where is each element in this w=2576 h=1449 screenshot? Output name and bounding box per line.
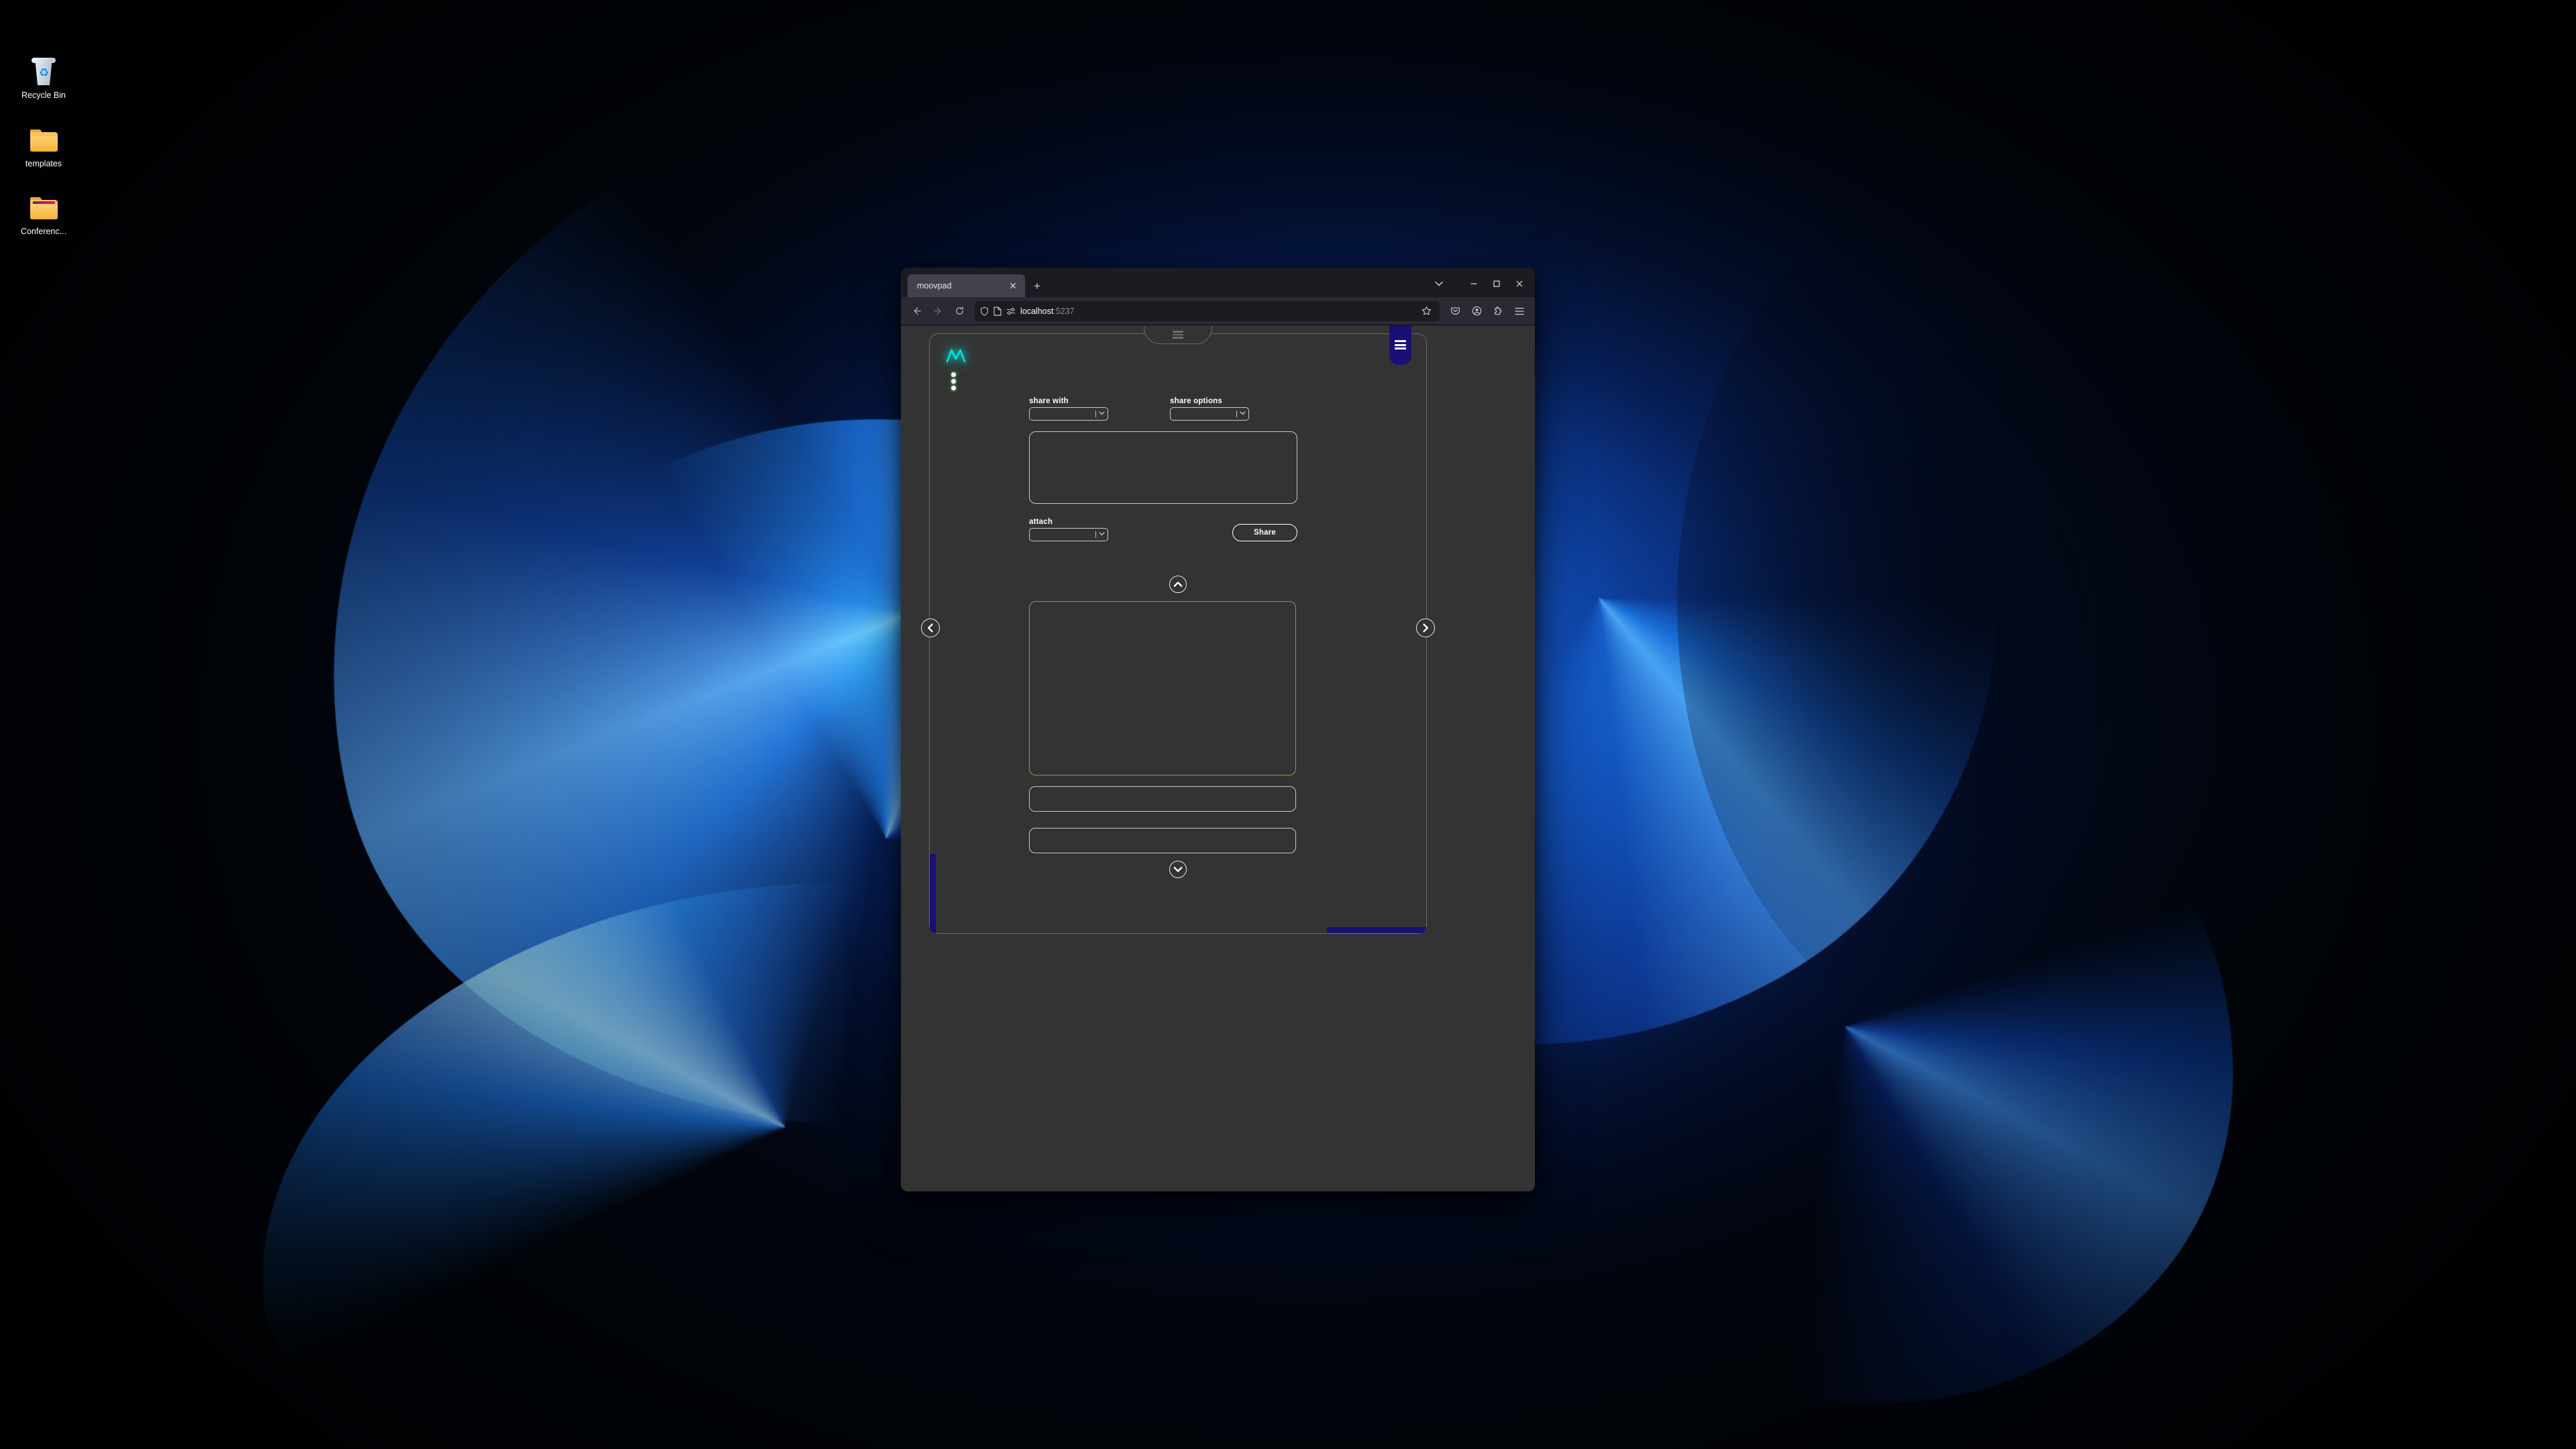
desktop-icon-grid: ♻ Recycle Bin templates Conferenc... (7, 57, 80, 237)
url-text: localhost:5237 (1020, 306, 1075, 316)
side-menu-tab[interactable] (1389, 325, 1411, 365)
web-page-content: share with share options attach Share (901, 325, 1535, 1191)
page-icon[interactable] (994, 306, 1002, 316)
select-separator (1095, 411, 1096, 417)
attach-label: attach (1029, 518, 1053, 526)
share-with-field: share with (1029, 397, 1108, 421)
browser-tab-strip: moovpad ✕ + (901, 268, 1535, 297)
permissions-icon[interactable] (1006, 307, 1016, 315)
window-controls (1428, 274, 1531, 293)
desktop-icon-label: templates (25, 158, 62, 168)
attach-select[interactable] (1029, 528, 1108, 541)
reload-icon[interactable] (949, 301, 969, 321)
select-separator (1095, 531, 1096, 538)
top-notch-handle[interactable] (1144, 326, 1212, 344)
share-fields-row: share with share options (1029, 397, 1297, 421)
chevron-down-icon (1240, 411, 1246, 417)
browser-window: moovpad ✕ + localhost:5237 share with sh… (901, 268, 1535, 1191)
chevron-down-icon (1099, 531, 1105, 538)
vertical-dots-icon[interactable] (951, 372, 956, 390)
chevron-up-icon (1169, 576, 1187, 593)
desktop-icon-conference[interactable]: Conferenc... (7, 193, 80, 237)
chevron-down-icon (1169, 861, 1187, 878)
url-bar[interactable]: localhost:5237 (975, 301, 1440, 321)
share-with-label: share with (1029, 397, 1069, 405)
app-menu-icon[interactable] (1509, 301, 1529, 321)
share-button[interactable]: Share (1232, 524, 1297, 541)
recycle-bin-icon: ♻ (28, 57, 60, 87)
share-form: share with share options attach Share (1029, 397, 1297, 541)
desktop-icon-templates[interactable]: templates (7, 125, 80, 170)
chevron-down-icon (1099, 411, 1105, 417)
browser-tab[interactable]: moovpad ✕ (908, 274, 1025, 297)
attach-field: attach (1029, 518, 1108, 541)
scroll-up-button[interactable] (1169, 576, 1187, 593)
back-arrow-icon[interactable] (906, 301, 926, 321)
share-options-field: share options (1170, 397, 1249, 421)
desktop-icon-label: Conferenc... (20, 227, 67, 237)
share-options-select[interactable] (1170, 407, 1249, 421)
shield-icon[interactable] (980, 306, 989, 316)
bottom-accent-bar (1327, 927, 1426, 933)
message-textarea[interactable] (1029, 431, 1297, 504)
hamburger-icon (1173, 331, 1183, 339)
hamburger-icon (1395, 340, 1406, 350)
folder-with-files-icon (28, 193, 60, 223)
maximize-window-icon[interactable] (1485, 274, 1508, 293)
forward-arrow-icon[interactable] (928, 301, 948, 321)
chevron-right-icon (1416, 619, 1435, 637)
pocket-icon[interactable] (1445, 301, 1465, 321)
wallpaper-shadow (1677, 134, 2415, 1073)
close-tab-icon[interactable]: ✕ (1006, 279, 1020, 292)
select-separator (1236, 411, 1237, 417)
list-slot[interactable] (1029, 828, 1296, 853)
star-icon[interactable] (1418, 306, 1434, 316)
moovpad-card: share with share options attach Share (921, 325, 1435, 934)
desktop-icon-recycle-bin[interactable]: ♻ Recycle Bin (7, 57, 80, 101)
desktop-icon-label: Recycle Bin (21, 91, 66, 100)
close-window-icon[interactable] (1508, 274, 1531, 293)
new-tab-icon[interactable]: + (1030, 279, 1044, 292)
prev-page-button[interactable] (921, 619, 940, 637)
share-options-label: share options (1170, 397, 1223, 405)
moovpad-logo[interactable] (945, 346, 969, 365)
left-accent-bar (930, 854, 936, 933)
preview-canvas[interactable] (1029, 601, 1296, 775)
scroll-down-button[interactable] (1169, 861, 1187, 878)
extensions-icon[interactable] (1488, 301, 1508, 321)
list-slot[interactable] (1029, 786, 1296, 812)
share-with-select[interactable] (1029, 407, 1108, 421)
attach-row: attach Share (1029, 518, 1297, 541)
account-icon[interactable] (1466, 301, 1487, 321)
browser-nav-bar: localhost:5237 (901, 297, 1535, 325)
folder-icon (28, 125, 60, 155)
tab-list-chevron-icon[interactable] (1428, 274, 1450, 293)
chevron-left-icon (921, 619, 940, 637)
browser-tab-title: moovpad (917, 281, 952, 290)
next-page-button[interactable] (1416, 619, 1435, 637)
minimize-window-icon[interactable] (1462, 274, 1485, 293)
